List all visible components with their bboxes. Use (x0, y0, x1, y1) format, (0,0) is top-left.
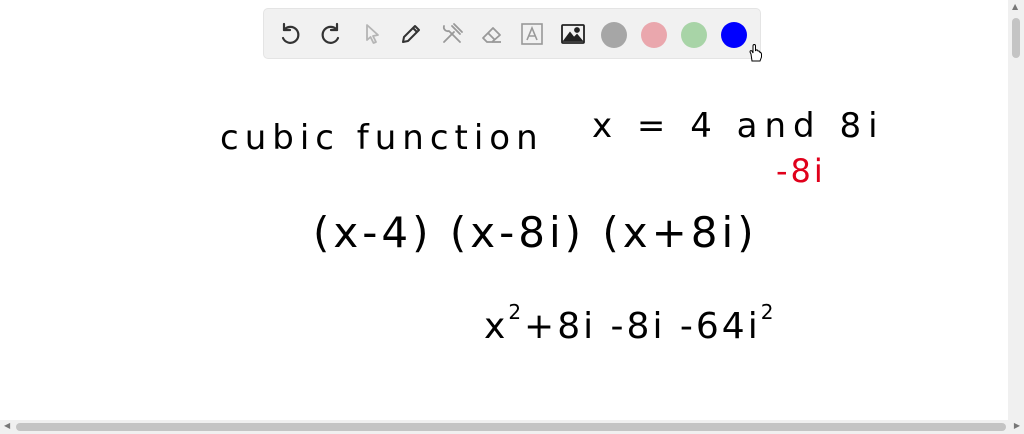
text-conjugate-zero: -8i (776, 152, 826, 190)
select-arrow-icon[interactable] (356, 18, 388, 50)
text-zeros: x = 4 and 8i (592, 106, 885, 146)
scroll-right-arrow-icon[interactable]: ▶ (1014, 421, 1020, 430)
tools-icon[interactable] (436, 18, 468, 50)
color-swatch-pink[interactable] (641, 22, 667, 48)
expansion-middle: +8i -8i -64i (524, 306, 761, 347)
eraser-icon[interactable] (476, 18, 508, 50)
expansion-line: x2+8i -8i -64i2 (484, 300, 776, 347)
vertical-scrollbar[interactable]: ▲ (1008, 0, 1024, 434)
scroll-up-arrow-icon[interactable]: ▲ (1012, 2, 1018, 11)
expansion-exponent: 2 (508, 300, 525, 324)
text-box-icon[interactable] (516, 18, 548, 50)
text-factored-form: (x-4) (x-8i) (x+8i) (313, 208, 758, 257)
drawing-toolbar (263, 8, 761, 59)
redo-icon[interactable] (315, 18, 347, 50)
horizontal-scroll-thumb[interactable] (16, 423, 1006, 431)
hand-cursor-icon (749, 44, 762, 62)
color-swatch-green[interactable] (681, 22, 707, 48)
expansion-exponent-2: 2 (760, 300, 777, 324)
pen-icon[interactable] (395, 18, 427, 50)
color-swatch-blue[interactable] (721, 22, 747, 48)
whiteboard-canvas[interactable]: cubic function x = 4 and 8i -8i (x-4) (x… (0, 62, 1008, 422)
scroll-left-arrow-icon[interactable]: ◀ (4, 421, 10, 430)
expansion-base: x (484, 306, 509, 347)
image-icon[interactable] (557, 18, 589, 50)
color-swatch-gray[interactable] (601, 22, 627, 48)
text-cubic-function: cubic function (220, 118, 544, 158)
horizontal-scrollbar[interactable]: ◀ ▶ (0, 420, 1024, 434)
undo-icon[interactable] (274, 18, 306, 50)
vertical-scroll-thumb[interactable] (1012, 18, 1020, 58)
